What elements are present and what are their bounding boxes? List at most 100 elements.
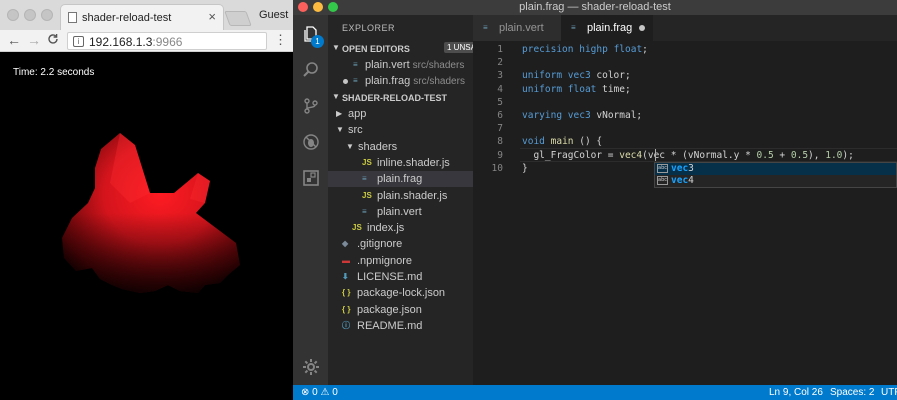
back-arrow-icon[interactable]: ← xyxy=(7,32,21,48)
explorer-icon[interactable] xyxy=(293,17,328,51)
line-number: 5 xyxy=(497,96,503,108)
suggestion-label: vec3 xyxy=(671,163,694,174)
settings-gear-icon[interactable] xyxy=(293,350,328,384)
js-file-icon: JS xyxy=(362,190,372,200)
cursor-position[interactable]: Ln 9, Col 26 xyxy=(769,387,823,398)
browser-window: shader-reload-test × Guest ← → i 192.168… xyxy=(0,0,293,400)
file-label: index.js xyxy=(367,222,405,235)
open-editors-header[interactable]: ▼ OPEN EDITORS 1 UNSAVED xyxy=(328,41,473,57)
project-header[interactable]: ▼ SHADER-RELOAD-TEST xyxy=(328,90,473,106)
autocomplete-widget[interactable]: abc vec3 abc vec4 xyxy=(654,162,897,188)
open-editor-label: plain.frag src/shaders xyxy=(365,75,465,87)
status-bar: ⊗ 0 ⚠ 0 Ln 9, Col 26 Spaces: 2 UTF xyxy=(293,385,897,400)
file-tree-item[interactable]: JS plain.shader.js xyxy=(328,188,473,204)
encoding-setting[interactable]: UTF xyxy=(881,387,897,398)
debug-icon[interactable] xyxy=(293,125,328,159)
source-control-icon[interactable] xyxy=(293,89,328,123)
window-title: plain.frag — shader-reload-test xyxy=(519,1,671,13)
problems-indicator[interactable]: ⊗ 0 ⚠ 0 xyxy=(301,387,338,398)
file-tree-item[interactable]: { } package.json xyxy=(328,302,473,318)
browser-tabstrip: shader-reload-test × Guest xyxy=(0,0,293,30)
page-info-icon[interactable]: i xyxy=(73,36,84,47)
file-label: package-lock.json xyxy=(357,287,446,300)
file-tree-item[interactable]: ≡ plain.vert xyxy=(328,204,473,220)
error-icon: ⊗ xyxy=(301,387,310,398)
code-text: uniform float time; xyxy=(522,83,631,95)
chevron-down-icon: ▼ xyxy=(346,141,354,151)
code-line: 1 precision highp float; xyxy=(473,43,897,56)
unsaved-dot-icon xyxy=(639,25,645,31)
code-line: 3 uniform vec3 color; xyxy=(473,69,897,82)
open-editor-item[interactable]: ≡ plain.frag src/shaders xyxy=(328,73,473,89)
browser-toolbar: ← → i 192.168.1.3:9966 ⋮ xyxy=(0,30,293,52)
red-blob-render xyxy=(62,133,240,293)
line-number: 1 xyxy=(497,44,503,55)
line-number: 10 xyxy=(491,162,503,174)
warning-icon: ⚠ xyxy=(320,387,330,398)
url-text: 192.168.1.3:9966 xyxy=(89,35,183,49)
file-tree-item[interactable]: ⬇ LICENSE.md xyxy=(328,269,473,285)
file-tree-item[interactable]: ▬ .npmignore xyxy=(328,253,473,269)
browser-menu-icon[interactable]: ⋮ xyxy=(274,32,287,48)
code-line: 4 uniform float time; xyxy=(473,83,897,96)
file-tree-item[interactable]: { } package-lock.json xyxy=(328,285,473,301)
close-window-button[interactable] xyxy=(7,9,19,21)
code-text: } xyxy=(522,162,528,174)
suggestion-item[interactable]: abc vec4 xyxy=(655,175,896,187)
code-line: 6 varying vec3 vNormal; xyxy=(473,109,897,122)
code-text: varying vec3 vNormal; xyxy=(522,110,643,121)
editor-tab[interactable]: ≡ plain.vert xyxy=(473,15,561,41)
file-tree-item[interactable]: ◆ .gitignore xyxy=(328,236,473,252)
browser-tab-title: shader-reload-test xyxy=(82,12,172,24)
code-line: 9 gl_FragColor = vec4(vec * (vNormal.y *… xyxy=(473,149,897,162)
editor-tab[interactable]: ≡ plain.frag xyxy=(561,15,653,41)
minimize-window-button[interactable] xyxy=(24,9,36,21)
json-file-icon: { } xyxy=(342,288,351,298)
line-number: 6 xyxy=(497,110,503,121)
shader-file-icon: ≡ xyxy=(353,60,358,69)
address-bar[interactable]: i 192.168.1.3:9966 xyxy=(67,32,267,50)
extensions-icon[interactable] xyxy=(293,161,328,195)
file-label: plain.vert xyxy=(377,205,422,218)
code-editor[interactable]: ≡ plain.vert ≡ plain.frag 1 precision highp … xyxy=(473,15,897,385)
line-number: 8 xyxy=(497,136,503,148)
git-file-icon: ◆ xyxy=(342,239,349,249)
explorer-title: EXPLORER xyxy=(342,23,396,33)
file-tree-item[interactable]: JS inline.shader.js xyxy=(328,155,473,171)
new-tab-button[interactable] xyxy=(224,11,252,26)
indentation-setting[interactable]: Spaces: 2 xyxy=(830,387,874,398)
shader-file-icon: ≡ xyxy=(362,206,367,216)
code-line: 2 xyxy=(473,56,897,69)
search-icon[interactable] xyxy=(293,53,328,87)
forward-arrow-icon[interactable]: → xyxy=(27,32,41,48)
close-tab-icon[interactable]: × xyxy=(208,9,216,24)
js-file-icon: JS xyxy=(362,157,372,167)
activity-bar: 1 xyxy=(293,15,328,385)
guest-profile-button[interactable]: Guest xyxy=(259,9,288,21)
zoom-window-button[interactable] xyxy=(41,9,53,21)
suggestion-item[interactable]: abc vec3 xyxy=(655,163,896,175)
file-label: .npmignore xyxy=(357,254,413,267)
text-suggestion-icon: abc xyxy=(657,164,668,173)
reload-icon[interactable] xyxy=(47,32,59,48)
chevron-down-icon: ▼ xyxy=(332,92,340,101)
file-tree-item[interactable]: ⓘ README.md xyxy=(328,318,473,334)
file-tree-item[interactable]: ≡ plain.frag xyxy=(328,171,473,188)
shader-file-icon: ≡ xyxy=(362,174,367,184)
text-cursor xyxy=(655,149,656,161)
unsaved-dot-icon xyxy=(343,79,348,84)
shader-file-icon: ≡ xyxy=(353,76,358,85)
code-line: 8 void main () { xyxy=(473,135,897,148)
webgl-viewport[interactable]: Time: 2.2 seconds xyxy=(0,53,293,400)
file-tree-item[interactable]: ▼ shaders xyxy=(328,139,473,155)
file-tree-item[interactable]: ▶ app xyxy=(328,106,473,122)
file-label: .gitignore xyxy=(357,238,403,251)
unsaved-count-badge: 1 UNSAVED xyxy=(444,42,473,53)
file-tree-item[interactable]: JS index.js xyxy=(328,220,473,236)
file-tree-item[interactable]: ▼ src xyxy=(328,122,473,138)
file-label: inline.shader.js xyxy=(377,156,450,169)
open-editor-item[interactable]: ≡ plain.vert src/shaders xyxy=(328,57,473,73)
browser-tab[interactable]: shader-reload-test × xyxy=(60,4,224,30)
json-file-icon: { } xyxy=(342,304,351,314)
line-number: 9 xyxy=(497,149,503,161)
